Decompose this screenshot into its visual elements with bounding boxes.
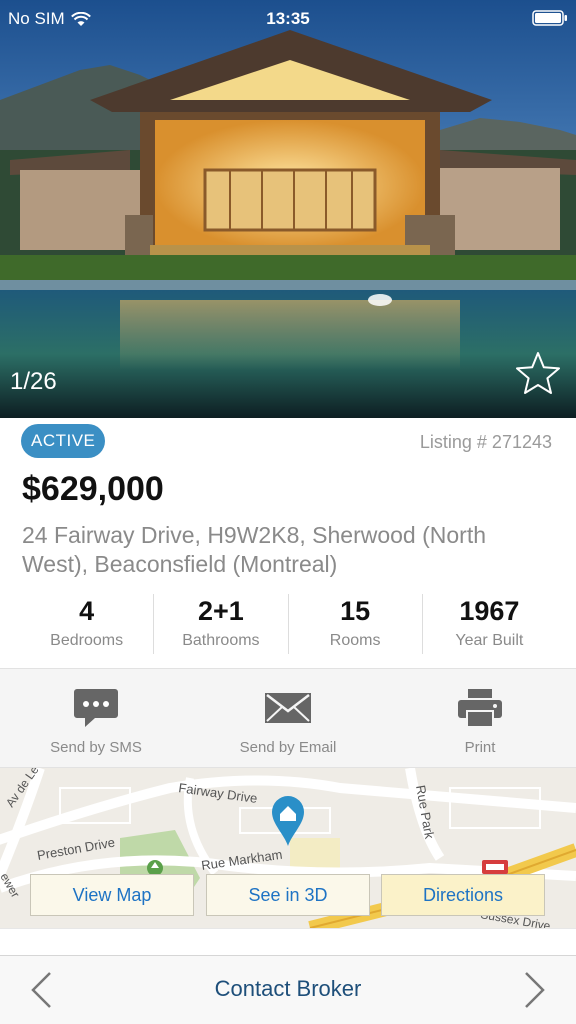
property-stats: 4 Bedrooms 2+1 Bathrooms 15 Rooms 1967 Y…	[20, 594, 556, 654]
printer-icon	[458, 689, 502, 728]
listing-number: Listing # 271243	[419, 432, 552, 452]
stat-value: 4	[79, 596, 95, 626]
stat-label: Rooms	[329, 632, 381, 649]
listing-address: 24 Fairway Drive, H9W2K8, Sherwood (Nort…	[22, 522, 486, 577]
stat-label: Bathrooms	[182, 632, 260, 649]
chevron-right-icon[interactable]	[520, 970, 548, 1010]
print-label: Print	[464, 739, 496, 756]
send-email-button[interactable]: Send by Email	[192, 669, 384, 767]
sms-bubble-icon	[74, 689, 118, 727]
stat-year-built: 1967 Year Built	[421, 594, 556, 654]
stat-label: Bedrooms	[50, 632, 124, 649]
map-street-label: ewer	[0, 871, 23, 901]
photo-gallery[interactable]: No SIM 13:35 1/26	[0, 0, 576, 418]
envelope-icon	[265, 693, 311, 723]
listing-price: $629,000	[22, 470, 164, 508]
star-outline-icon[interactable]	[514, 350, 562, 398]
status-bar: No SIM 13:35	[0, 0, 576, 36]
contact-broker-button[interactable]: Contact Broker	[0, 976, 576, 1002]
directions-button[interactable]: Directions	[381, 874, 545, 916]
stat-value: 15	[340, 596, 371, 626]
next-section-peek	[0, 928, 576, 955]
send-sms-label: Send by SMS	[50, 739, 142, 756]
stat-bedrooms: 4 Bedrooms	[20, 594, 153, 654]
location-map[interactable]: Fairway Drive Rue Markham Preston Drive …	[0, 768, 576, 928]
view-map-button[interactable]: View Map	[30, 874, 194, 916]
stat-label: Year Built	[455, 632, 524, 649]
property-photo	[0, 0, 576, 418]
listing-summary: ACTIVE Listing # 271243 $629,000 24 Fair…	[0, 418, 576, 668]
photo-counter: 1/26	[10, 368, 57, 395]
status-time: 13:35	[266, 9, 310, 28]
send-sms-button[interactable]: Send by SMS	[0, 669, 192, 767]
status-badge: ACTIVE	[21, 424, 106, 458]
stat-rooms: 15 Rooms	[287, 594, 422, 654]
stat-value: 1967	[459, 596, 520, 626]
battery-icon	[532, 10, 567, 26]
print-button[interactable]: Print	[384, 669, 576, 767]
share-actions: Send by SMS Send by Email Print	[0, 668, 576, 768]
stat-value: 2+1	[197, 596, 244, 626]
send-email-label: Send by Email	[239, 739, 337, 756]
see-in-3d-button[interactable]: See in 3D	[206, 874, 370, 916]
stat-bathrooms: 2+1 Bathrooms	[153, 594, 287, 654]
bottom-toolbar: Contact Broker	[0, 955, 576, 1024]
